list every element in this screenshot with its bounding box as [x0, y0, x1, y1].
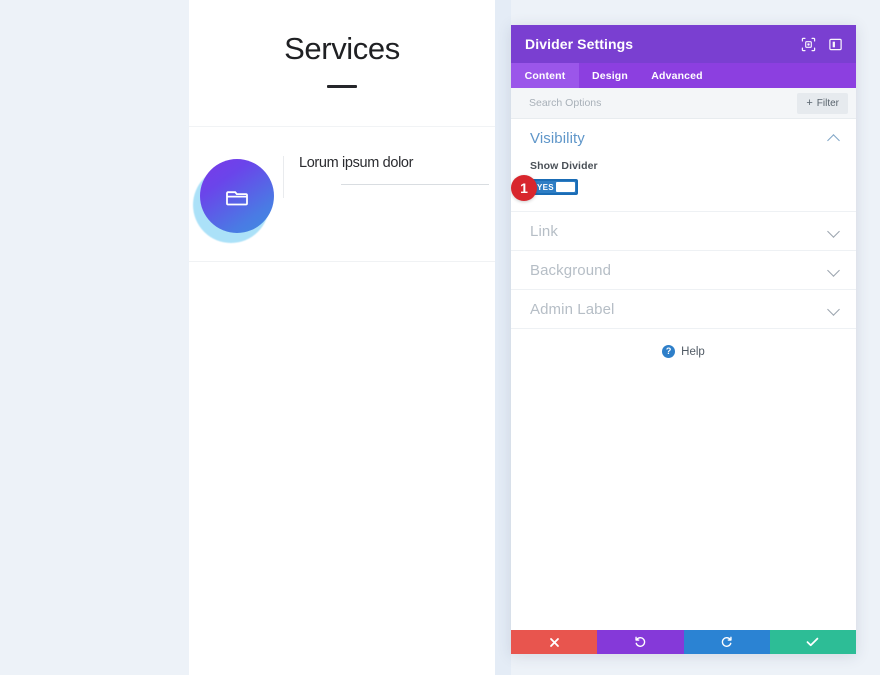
plus-icon: +: [806, 96, 813, 109]
redo-button[interactable]: [683, 630, 770, 654]
toggle-knob: [556, 182, 575, 192]
service-icon-wrap: [193, 155, 281, 245]
page-title: Services: [284, 31, 400, 66]
folder-icon: [200, 159, 274, 233]
redo-icon: [721, 636, 732, 647]
chevron-up-icon: [828, 132, 840, 144]
help-link[interactable]: ? Help: [511, 328, 856, 374]
close-icon: [549, 637, 559, 647]
section-admin-label[interactable]: Admin Label: [511, 289, 856, 328]
page-background-right: [495, 0, 511, 675]
panel-layout-icon[interactable]: [827, 36, 844, 53]
section-admin-label-label: Admin Label: [530, 300, 615, 318]
section-link-label: Link: [530, 222, 558, 240]
panel-tabs: Content Design Advanced: [511, 63, 856, 88]
help-label: Help: [681, 345, 705, 358]
section-visibility-label: Visibility: [530, 129, 585, 147]
tab-design[interactable]: Design: [579, 63, 641, 88]
cancel-button[interactable]: [511, 630, 598, 654]
step-badge-1: 1: [511, 175, 537, 201]
show-divider-field: Show Divider YES 1: [511, 157, 856, 211]
filter-button[interactable]: + Filter: [797, 92, 848, 114]
help-icon: ?: [662, 345, 676, 358]
undo-button[interactable]: [597, 630, 684, 654]
undo-icon: [635, 636, 646, 647]
service-card-divider[interactable]: [341, 184, 489, 185]
panel-header: Divider Settings: [511, 25, 856, 63]
tab-content[interactable]: Content: [511, 63, 579, 88]
service-card-title: Lorum ipsum dolor: [299, 155, 414, 171]
chevron-down-icon: [828, 303, 840, 315]
save-button[interactable]: [769, 630, 856, 654]
screen-root: Services Lorum ipsum dolor Divider Setti…: [0, 0, 880, 675]
filter-label: Filter: [816, 97, 839, 109]
search-bar: + Filter: [511, 88, 856, 119]
panel-title: Divider Settings: [525, 36, 634, 52]
panel-footer: [511, 630, 856, 654]
divider-settings-panel: Divider Settings Content Design Advanced…: [511, 25, 856, 654]
section-visibility: Visibility Show Divider YES 1: [511, 119, 856, 211]
show-divider-toggle[interactable]: YES: [530, 179, 578, 195]
card-vertical-separator: [283, 156, 284, 198]
section-link[interactable]: Link: [511, 211, 856, 250]
section-background-label: Background: [530, 261, 612, 279]
service-card[interactable]: Lorum ipsum dolor: [189, 126, 495, 262]
tab-advanced[interactable]: Advanced: [641, 63, 713, 88]
section-background[interactable]: Background: [511, 250, 856, 289]
section-visibility-header[interactable]: Visibility: [511, 119, 856, 157]
hero-divider[interactable]: [327, 85, 357, 88]
focus-target-icon[interactable]: [800, 36, 817, 53]
chevron-down-icon: [828, 264, 840, 276]
hero-section: Services: [189, 0, 495, 126]
panel-body: Visibility Show Divider YES 1 Link Backg…: [511, 119, 856, 630]
toggle-value-label: YES: [537, 182, 554, 192]
search-input[interactable]: [529, 97, 798, 109]
panel-header-actions: [800, 25, 844, 63]
chevron-down-icon: [828, 225, 840, 237]
website-preview: Services Lorum ipsum dolor: [189, 0, 495, 675]
show-divider-label: Show Divider: [530, 160, 598, 172]
check-icon: [806, 637, 819, 647]
page-background-left: [0, 0, 189, 675]
